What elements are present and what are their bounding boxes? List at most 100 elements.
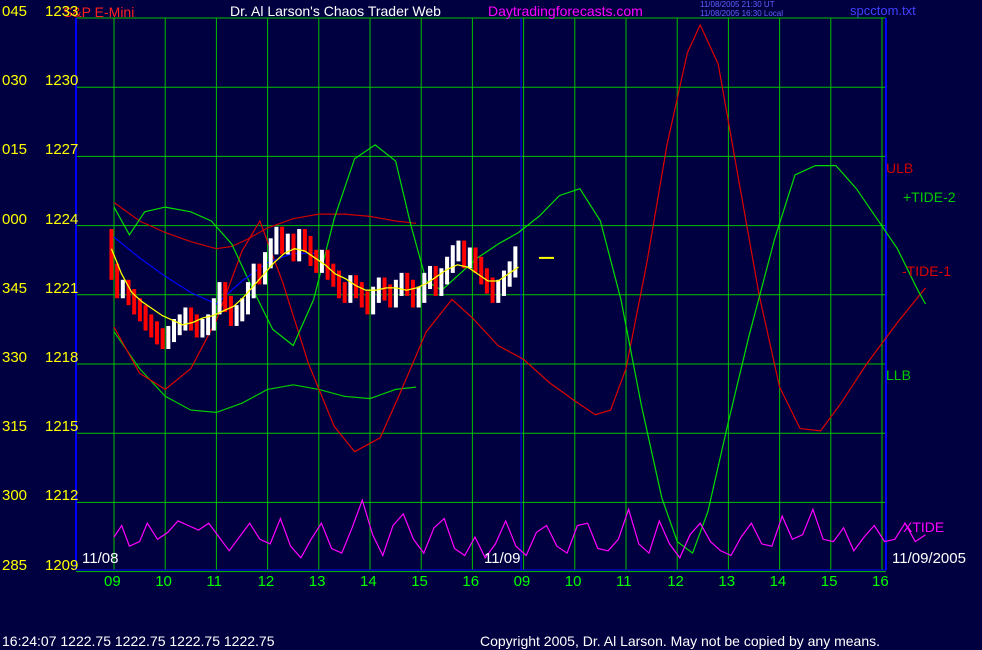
price-bar <box>496 279 501 303</box>
y-tick-angle: 000 <box>2 210 28 228</box>
price-bar <box>234 305 239 326</box>
price-bar <box>240 298 245 322</box>
x-date-label: 11/09/2005 <box>892 550 966 567</box>
price-bar <box>280 226 285 255</box>
price-bar <box>172 319 177 343</box>
price-bar <box>467 247 472 269</box>
price-bar <box>143 305 148 331</box>
price-bar <box>399 272 404 296</box>
tide-plus-label: +TIDE-2 <box>903 189 956 205</box>
y-tick-angle: 015 <box>2 141 28 159</box>
timestamp-ut: 11/08/2005 21:30 UT <box>700 0 775 9</box>
x-tick-hour: 15 <box>411 573 428 590</box>
x-tick-hour: 11 <box>616 573 632 590</box>
price-bar <box>410 279 415 308</box>
quote-readout: 16:24:07 1222.75 1222.75 1222.75 1222.75 <box>2 633 275 649</box>
grid <box>75 17 887 573</box>
x-tick-hour: 12 <box>667 573 684 590</box>
price-bar <box>359 282 364 308</box>
x-tick-hour: 16 <box>872 573 889 590</box>
series-line-llb <box>113 331 417 414</box>
y-tick-angle: 300 <box>2 487 28 505</box>
x-tick-hour: 16 <box>462 573 480 590</box>
y-tick-price: 1218 <box>45 349 79 366</box>
price-bar <box>325 249 330 280</box>
y-tick-angle: 030 <box>2 72 28 90</box>
price-bar <box>228 295 233 326</box>
x-tick-hour: 10 <box>155 573 172 590</box>
x-tick-hour: 10 <box>564 573 582 590</box>
y-tick-price: 1230 <box>45 72 79 90</box>
price-bar <box>217 282 222 315</box>
ulb-label: ULB <box>886 160 914 176</box>
price-bar <box>302 229 307 253</box>
x-tick-hour: 14 <box>360 573 377 590</box>
price-bar <box>365 291 370 315</box>
price-bar <box>263 252 268 285</box>
price-bar <box>251 263 256 299</box>
price-bar <box>291 233 296 262</box>
price-bar <box>149 314 154 338</box>
y-tick-price: 1209 <box>45 556 79 574</box>
x-date-label: 11/09 <box>484 550 521 567</box>
x-tick-hour: 13 <box>308 573 326 590</box>
y-tick-price: 1224 <box>45 210 79 228</box>
price-bar <box>479 256 484 285</box>
price-bar <box>393 279 398 308</box>
x-tick-hour: 15 <box>820 573 838 590</box>
timestamp-local: 11/08/2005 16:30 Local <box>700 9 784 18</box>
x-tick-hour: 13 <box>718 573 736 590</box>
price-bar <box>371 286 376 315</box>
y-tick-angle: 330 <box>2 349 28 366</box>
price-bar <box>501 270 506 296</box>
y-tick-price: 1221 <box>45 279 79 297</box>
price-bar <box>462 240 467 269</box>
y-tick-price: 1233 <box>45 3 79 20</box>
price-bar <box>183 307 188 331</box>
llb-label: LLB <box>886 367 911 383</box>
price-bar <box>342 282 347 303</box>
price-bar <box>120 279 125 299</box>
file-name: spcctom.txt <box>850 3 916 18</box>
y-tick-angle: 285 <box>2 556 28 574</box>
y-tick-angle: 315 <box>2 418 28 436</box>
price-bar <box>513 246 518 278</box>
x-tick-hour: 14 <box>769 573 787 590</box>
page-title: Dr. Al Larson's Chaos Trader Web <box>230 3 441 19</box>
bands <box>113 23 927 559</box>
price-bar <box>245 282 250 315</box>
series-line--tide-1 <box>113 23 926 453</box>
x-tick-hour: 12 <box>257 573 275 590</box>
x-tick-hour: 09 <box>513 573 531 590</box>
price-bar <box>189 307 194 331</box>
x-date-label: 11/08 <box>82 550 119 567</box>
price-bar <box>450 245 455 273</box>
y-tick-price: 1227 <box>45 141 79 159</box>
copyright: Copyright 2005, Dr. Al Larson. May not b… <box>480 633 881 649</box>
site-link[interactable]: Daytradingforecasts.com <box>488 4 643 18</box>
price-bar <box>456 240 461 262</box>
y-tick-angle: 345 <box>2 279 28 297</box>
price-bar <box>154 321 159 345</box>
y-tick-price: 1212 <box>45 487 79 505</box>
price-bar <box>348 275 353 303</box>
price-bar <box>194 314 199 338</box>
xtide-label: XTIDE <box>903 519 945 535</box>
price-bar <box>405 272 410 296</box>
price-bar <box>416 286 421 308</box>
price-bars <box>109 226 554 350</box>
price-bar <box>297 229 302 262</box>
price-bar <box>308 235 313 266</box>
price-bar <box>331 263 336 287</box>
price-bar <box>166 325 171 350</box>
series-line--tide-2 <box>113 144 927 555</box>
price-bar <box>109 229 114 280</box>
price-bar <box>274 226 279 255</box>
price-bar <box>422 272 427 303</box>
price-bar <box>223 282 228 313</box>
price-bar <box>115 263 120 299</box>
y-tick-angle: 045 <box>2 3 28 20</box>
price-bar <box>428 265 433 290</box>
price-bar <box>314 249 319 273</box>
price-bar <box>268 238 273 269</box>
